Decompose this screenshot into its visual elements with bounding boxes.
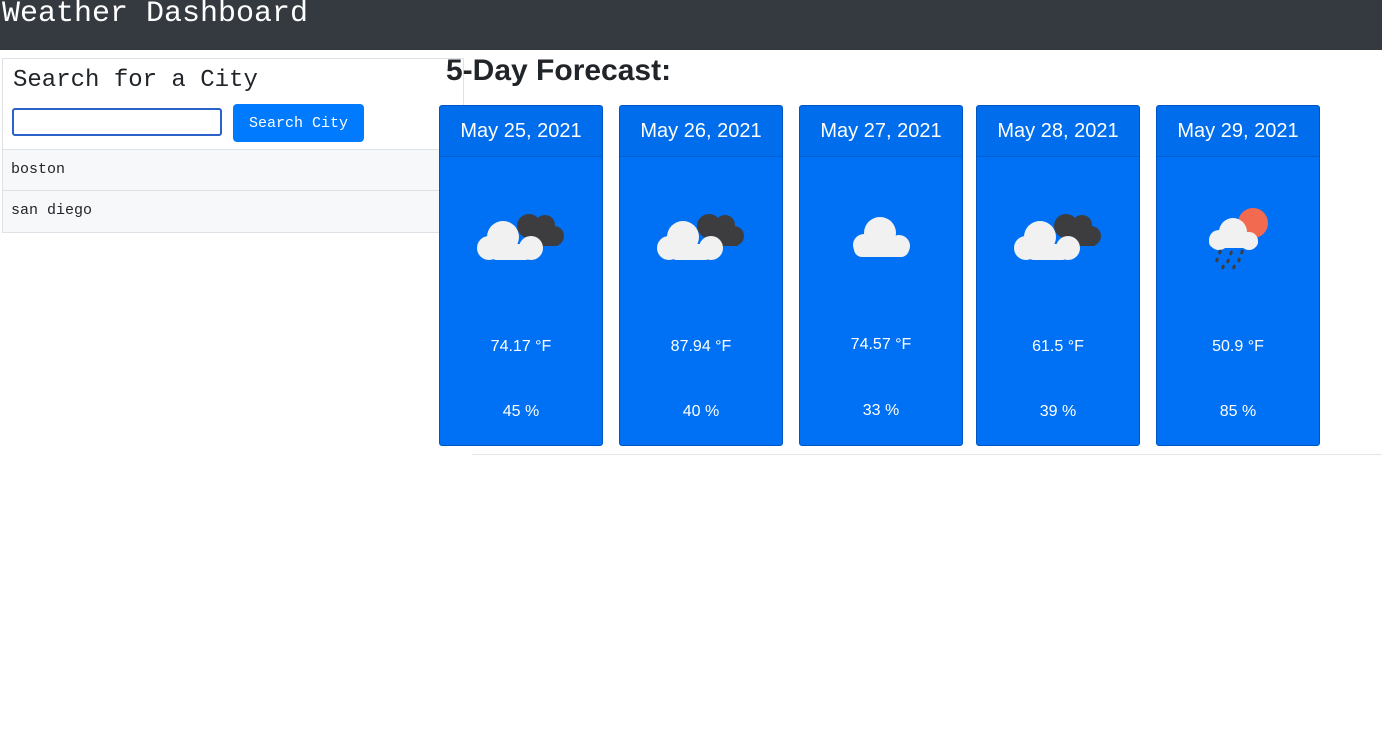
app-title: Weather Dashboard bbox=[2, 0, 309, 31]
forecast-temperature: 61.5 °F bbox=[1032, 338, 1084, 355]
search-panel: Search for a City Search City bbox=[2, 58, 464, 150]
forecast-temperature: 74.57 °F bbox=[850, 336, 912, 353]
forecast-card: May 28, 2021 61.5 °F 39 % bbox=[976, 105, 1140, 446]
forecast-card: May 25, 2021 74.17 °F 45 % bbox=[439, 105, 603, 446]
rain-sun-icon bbox=[1209, 208, 1268, 270]
forecast-date: May 28, 2021 bbox=[977, 106, 1139, 157]
forecast-humidity: 40 % bbox=[682, 403, 720, 420]
history-item-san-diego[interactable]: san diego bbox=[2, 190, 440, 233]
forecast-card: May 27, 2021 74.57 °F 33 % bbox=[799, 105, 963, 446]
broken-clouds-icon bbox=[657, 214, 744, 260]
forecast-humidity: 39 % bbox=[1039, 403, 1077, 420]
forecast-temperature: 74.17 °F bbox=[490, 338, 552, 355]
forecast-temperature: 87.94 °F bbox=[670, 338, 732, 355]
forecast-humidity: 33 % bbox=[862, 402, 900, 419]
search-city-button[interactable]: Search City bbox=[233, 104, 364, 142]
forecast-date: May 26, 2021 bbox=[620, 106, 782, 157]
forecast-humidity: 45 % bbox=[502, 403, 540, 420]
forecast-date: May 25, 2021 bbox=[440, 106, 602, 157]
search-history-list: boston san diego bbox=[2, 149, 440, 233]
cloud-icon bbox=[853, 217, 910, 257]
forecast-humidity: 85 % bbox=[1219, 403, 1257, 420]
forecast-temperature: 50.9 °F bbox=[1212, 338, 1264, 355]
forecast-card: May 26, 2021 87.94 °F 40 % bbox=[619, 105, 783, 446]
forecast-row: May 25, 2021 74.17 °F 45 % May 26, 2021 … bbox=[439, 105, 1339, 446]
forecast-date: May 29, 2021 bbox=[1157, 106, 1319, 157]
broken-clouds-icon bbox=[477, 214, 564, 260]
divider bbox=[472, 454, 1382, 455]
navbar: Weather Dashboard bbox=[0, 0, 1382, 50]
history-item-boston[interactable]: boston bbox=[2, 149, 440, 190]
forecast-title: 5-Day Forecast: bbox=[446, 54, 672, 87]
forecast-date: May 27, 2021 bbox=[800, 106, 962, 157]
broken-clouds-icon bbox=[1014, 214, 1101, 260]
forecast-card: May 29, 2021 50.9 °F 85 % bbox=[1156, 105, 1320, 446]
search-heading: Search for a City bbox=[13, 67, 258, 94]
city-search-input[interactable] bbox=[12, 108, 222, 136]
